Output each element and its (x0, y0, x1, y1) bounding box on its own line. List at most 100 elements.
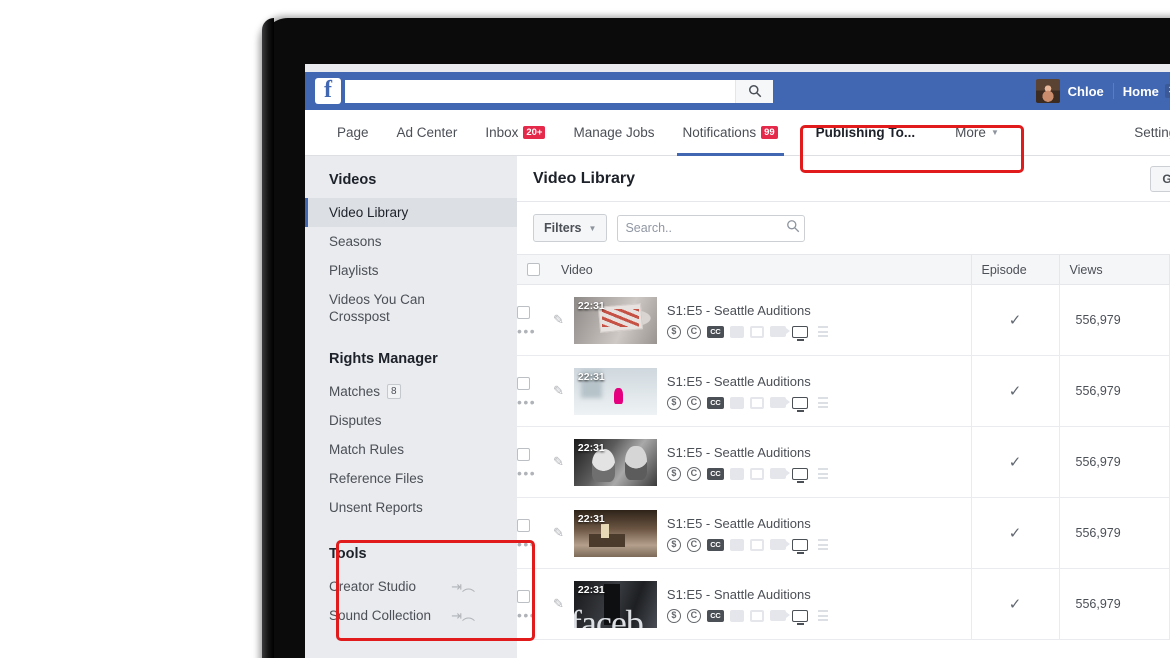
tab-more[interactable]: More ▼ (941, 110, 1013, 156)
table-row[interactable]: ••• ✎ 22:31 S1:E5 - Seattle Auditions $ … (517, 355, 1170, 427)
playlist-icon (814, 610, 828, 621)
video-title[interactable]: S1:E5 - Seattle Auditions (667, 515, 828, 532)
sidebar-item-creator-studio[interactable]: Creator Studio ⇥︵ (305, 572, 517, 601)
table-row[interactable]: ••• ✎ 22:31 S1:E5 - Seattle Auditions $ … (517, 284, 1170, 356)
global-search-box[interactable] (344, 78, 774, 104)
article-icon (729, 396, 744, 409)
global-search-input[interactable] (345, 79, 735, 103)
article-icon (729, 538, 744, 551)
thumbnail-overlay-text: faceb (573, 602, 644, 628)
tab-inbox-label: Inbox (485, 125, 519, 140)
edit-pencil-icon[interactable]: ✎ (553, 454, 564, 470)
video-title[interactable]: S1:E5 - Snattle Auditions (667, 586, 828, 603)
tv-icon (791, 325, 808, 341)
copyright-icon: C (686, 608, 701, 623)
sidebar-heading-videos: Videos (329, 172, 377, 188)
main-header: Video Library Go (517, 156, 1170, 202)
row-views-cell: 556,979 (1058, 497, 1169, 569)
sidebar-item-label: Disputes (329, 413, 382, 428)
copyright-icon: C (686, 466, 701, 481)
sidebar-heading-tools: Tools (329, 546, 367, 562)
sidebar-item-unsent-reports[interactable]: Unsent Reports (305, 493, 517, 522)
tab-notifications-label: Notifications (682, 125, 757, 140)
sidebar-item-disputes[interactable]: Disputes (305, 406, 517, 435)
profile-name-link[interactable]: Chloe (1068, 84, 1113, 99)
row-select-cell: ••• (517, 568, 551, 640)
sidebar-item-label: Video Library (329, 205, 409, 220)
video-thumbnail[interactable]: 22:31 (573, 296, 657, 344)
go-button[interactable]: Go (1150, 165, 1170, 192)
video-title[interactable]: S1:E5 - Seattle Auditions (667, 373, 828, 390)
library-search-box[interactable] (617, 214, 806, 242)
video-duration: 22:31 (577, 441, 605, 454)
calendar-icon (749, 538, 764, 551)
topbar-right-cluster: Chloe Home 3 ☰ (1035, 72, 1170, 110)
video-status-icons: $ C CC (666, 537, 828, 554)
tab-notifications[interactable]: Notifications 99 (669, 110, 792, 156)
search-icon[interactable] (786, 219, 800, 238)
video-thumbnail[interactable]: 22:31 (573, 509, 657, 557)
tab-manage-jobs[interactable]: Manage Jobs (559, 110, 668, 156)
main-content: Video Library Go Filters ▼ (517, 156, 1170, 658)
row-checkbox[interactable] (517, 589, 530, 603)
video-thumbnail[interactable]: 22:31 (573, 438, 657, 486)
thumbnail-detail (602, 308, 639, 327)
sidebar-item-match-rules[interactable]: Match Rules (305, 435, 517, 464)
episode-check-icon: ✓ (1008, 524, 1022, 542)
row-checkbox[interactable] (517, 447, 530, 461)
video-camera-icon (769, 610, 790, 621)
sidebar-item-sound-collection[interactable]: Sound Collection ⇥︵ (305, 601, 517, 630)
row-more-menu-icon[interactable]: ••• (517, 324, 551, 338)
facebook-logo-icon[interactable]: f (315, 78, 341, 104)
episode-check-icon: ✓ (1008, 311, 1022, 329)
sidebar-item-reference-files[interactable]: Reference Files (305, 464, 517, 493)
tab-inbox[interactable]: Inbox 20+ (471, 110, 559, 156)
edit-pencil-icon[interactable]: ✎ (553, 525, 564, 541)
row-more-menu-icon[interactable]: ••• (517, 537, 551, 551)
row-episode-cell: ✓ (970, 426, 1059, 498)
library-search-input[interactable] (625, 221, 787, 235)
edit-pencil-icon[interactable]: ✎ (553, 312, 564, 328)
sidebar-item-video-library[interactable]: Video Library (305, 198, 517, 227)
avatar[interactable] (1035, 79, 1060, 103)
filters-button[interactable]: Filters ▼ (533, 214, 608, 242)
row-more-menu-icon[interactable]: ••• (517, 466, 551, 480)
copyright-icon: C (686, 324, 701, 339)
select-all-checkbox[interactable] (527, 263, 540, 276)
row-views-cell: 556,979 (1058, 426, 1169, 498)
table-row[interactable]: ••• ✎ 22:31 S1:E5 - Seattle Auditions $ … (517, 426, 1170, 498)
episode-check-icon: ✓ (1008, 595, 1022, 613)
calendar-icon (749, 467, 764, 480)
sidebar-item-videos-you-can-crosspost[interactable]: Videos You Can Crosspost (305, 285, 517, 331)
monetization-icon: $ (666, 608, 681, 623)
chevron-down-icon: ▼ (588, 223, 597, 233)
video-thumbnail[interactable]: 22:31 faceb (573, 580, 657, 628)
row-checkbox[interactable] (517, 376, 530, 390)
tab-settings[interactable]: Settings (1120, 110, 1170, 156)
video-thumbnail[interactable]: 22:31 (573, 367, 657, 415)
row-more-menu-icon[interactable]: ••• (517, 608, 551, 622)
home-link[interactable]: Home (1114, 84, 1159, 99)
column-episode: Episode (970, 254, 1059, 285)
sidebar-item-badge: 8 (387, 384, 401, 399)
tab-notifications-badge: 99 (761, 126, 778, 139)
row-more-menu-icon[interactable]: ••• (517, 395, 551, 409)
video-title[interactable]: S1:E5 - Seattle Auditions (667, 302, 828, 319)
table-row[interactable]: ••• ✎ 22:31 faceb S1:E5 - Snattle Auditi… (517, 568, 1170, 640)
video-title[interactable]: S1:E5 - Seattle Auditions (667, 444, 828, 461)
sidebar-item-playlists[interactable]: Playlists (305, 256, 517, 285)
tab-page[interactable]: Page (323, 110, 383, 156)
closed-captions-icon: CC (706, 609, 724, 622)
tab-ad-center[interactable]: Ad Center (383, 110, 472, 156)
home-badge: 3 (1164, 84, 1170, 98)
row-checkbox[interactable] (517, 518, 530, 532)
edit-pencil-icon[interactable]: ✎ (553, 596, 564, 612)
search-icon[interactable] (735, 79, 773, 103)
monetization-icon: $ (666, 466, 681, 481)
row-checkbox[interactable] (517, 305, 530, 319)
table-row[interactable]: ••• ✎ 22:31 S1:E5 - Seattle Auditions $ … (517, 497, 1170, 569)
tab-publishing-tools[interactable]: Publishing To... (792, 110, 942, 156)
sidebar-item-seasons[interactable]: Seasons (305, 227, 517, 256)
sidebar-item-matches[interactable]: Matches 8 (305, 377, 517, 406)
edit-pencil-icon[interactable]: ✎ (553, 383, 564, 399)
